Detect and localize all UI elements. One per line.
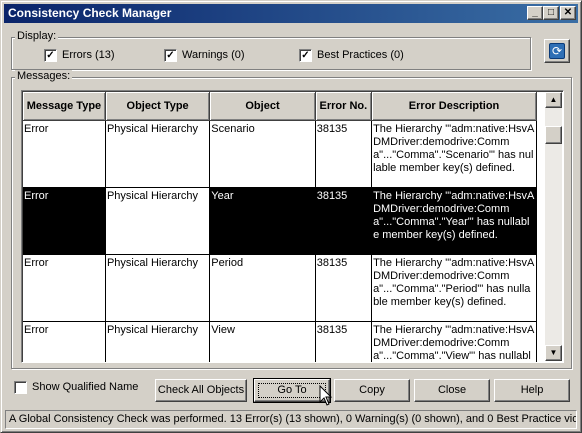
copy-button[interactable]: Copy (334, 379, 410, 402)
cell-error-no[interactable]: 38135 (315, 254, 373, 322)
warnings-label: Warnings (0) (182, 49, 245, 61)
scroll-up-icon[interactable]: ▲ (545, 92, 562, 108)
cell-object-type[interactable]: Physical Hierarchy (105, 321, 211, 362)
table-row-selected[interactable]: Error Physical Hierarchy Year 38135 The … (23, 186, 537, 255)
close-icon[interactable]: ✕ (560, 6, 576, 20)
cell-object-type[interactable]: Physical Hierarchy (104, 186, 211, 255)
scroll-thumb[interactable] (545, 126, 562, 144)
cell-message-type[interactable]: Error (23, 187, 106, 255)
refresh-button[interactable]: ⟳ (544, 39, 570, 63)
cell-object[interactable]: Scenario (209, 120, 316, 188)
cell-object-type[interactable]: Physical Hierarchy (105, 254, 211, 322)
cell-error-no[interactable]: 38135 (315, 120, 373, 188)
cell-object[interactable]: Year (209, 187, 316, 255)
messages-label: Messages: (15, 70, 73, 82)
title-bar[interactable]: Consistency Check Manager _ □ ✕ (4, 4, 578, 23)
cell-error-no[interactable]: 38135 (315, 187, 373, 255)
cell-message-type[interactable]: Error (23, 254, 106, 322)
col-header-object[interactable]: Object (209, 92, 316, 121)
cell-error-description[interactable]: The Hierarchy "'adm:native:HsvADMDriver:… (371, 120, 537, 188)
status-bar: A Global Consistency Check was performed… (5, 410, 577, 429)
cell-error-description[interactable]: The Hierarchy "'adm:native:HsvADMDriver:… (371, 321, 537, 362)
best-practices-checkbox[interactable]: ✓ (299, 49, 312, 62)
table-row[interactable]: Error Physical Hierarchy Scenario 38135 … (23, 120, 537, 188)
table-row[interactable]: Error Physical Hierarchy Period 38135 Th… (23, 254, 537, 322)
best-practices-label: Best Practices (0) (317, 49, 404, 61)
close-button[interactable]: Close (414, 379, 490, 402)
vertical-scrollbar[interactable]: ▲ ▼ (545, 92, 562, 361)
cell-object-type[interactable]: Physical Hierarchy (105, 120, 211, 188)
help-button[interactable]: Help (494, 379, 570, 402)
cell-message-type[interactable]: Error (23, 321, 106, 362)
display-label: Display: (15, 30, 59, 42)
messages-table: Message Type Object Type Object Error No… (23, 92, 537, 362)
cell-object[interactable]: Period (209, 254, 316, 322)
show-qualified-name-label: Show Qualified Name (32, 381, 139, 393)
col-header-message-type[interactable]: Message Type (23, 92, 106, 121)
table-row[interactable]: Error Physical Hierarchy View 38135 The … (23, 321, 537, 362)
col-header-error-no[interactable]: Error No. (315, 92, 373, 121)
consistency-check-window: Consistency Check Manager _ □ ✕ Display:… (0, 0, 582, 433)
cell-error-description[interactable]: The Hierarchy "'adm:native:HsvADMDriver:… (371, 254, 537, 322)
cell-error-no[interactable]: 38135 (315, 321, 373, 362)
warnings-checkbox[interactable]: ✓ (164, 49, 177, 62)
cell-object[interactable]: View (209, 321, 316, 362)
window-title: Consistency Check Manager (8, 6, 172, 20)
mouse-cursor-icon (319, 385, 333, 406)
show-qualified-name-checkbox[interactable] (14, 381, 27, 394)
minimize-icon[interactable]: _ (527, 6, 543, 20)
header-row: Message Type Object Type Object Error No… (23, 92, 537, 121)
check-all-objects-button[interactable]: Check All Objects (155, 379, 247, 402)
col-header-object-type[interactable]: Object Type (105, 92, 211, 121)
errors-checkbox[interactable]: ✓ (44, 49, 57, 62)
col-header-error-description[interactable]: Error Description (371, 92, 537, 121)
cell-message-type[interactable]: Error (23, 120, 106, 188)
cell-error-description[interactable]: The Hierarchy "'adm:native:HsvADMDriver:… (371, 187, 537, 255)
refresh-icon: ⟳ (549, 43, 565, 59)
scroll-down-icon[interactable]: ▼ (545, 345, 562, 361)
messages-grid: Message Type Object Type Object Error No… (21, 90, 564, 363)
focus-rect (258, 383, 326, 398)
maximize-icon[interactable]: □ (543, 6, 559, 20)
errors-label: Errors (13) (62, 49, 115, 61)
